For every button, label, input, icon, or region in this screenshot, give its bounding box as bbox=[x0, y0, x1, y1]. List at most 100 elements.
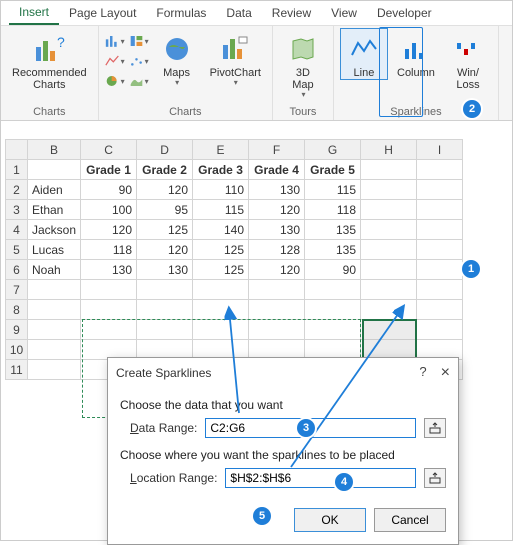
cell[interactable] bbox=[417, 280, 463, 300]
ribbon-tab[interactable]: Data bbox=[216, 2, 261, 24]
cell[interactable] bbox=[361, 280, 417, 300]
cell[interactable] bbox=[81, 300, 137, 320]
ribbon-tab[interactable]: Insert bbox=[9, 1, 59, 25]
cell[interactable] bbox=[361, 160, 417, 180]
cell[interactable] bbox=[361, 200, 417, 220]
cell[interactable] bbox=[417, 320, 463, 340]
cell[interactable]: Lucas bbox=[28, 240, 81, 260]
cell[interactable] bbox=[249, 320, 305, 340]
cell[interactable]: 128 bbox=[249, 240, 305, 260]
cell[interactable] bbox=[81, 320, 137, 340]
cell[interactable] bbox=[417, 240, 463, 260]
cell[interactable] bbox=[28, 160, 81, 180]
location-range-input[interactable] bbox=[225, 468, 416, 488]
line-chart-icon[interactable]: ▾ bbox=[105, 52, 125, 70]
cell[interactable] bbox=[417, 260, 463, 280]
cell[interactable] bbox=[361, 300, 417, 320]
row-header[interactable]: 11 bbox=[6, 360, 28, 380]
cell[interactable] bbox=[305, 300, 361, 320]
cell[interactable]: 130 bbox=[81, 260, 137, 280]
cell[interactable] bbox=[193, 320, 249, 340]
row-header[interactable]: 10 bbox=[6, 340, 28, 360]
surface-chart-icon[interactable]: ▾ bbox=[129, 72, 149, 90]
column-header[interactable]: D bbox=[137, 140, 193, 160]
cell[interactable]: Grade 4 bbox=[249, 160, 305, 180]
row-header[interactable]: 2 bbox=[6, 180, 28, 200]
cell[interactable] bbox=[28, 280, 81, 300]
column-header[interactable]: I bbox=[417, 140, 463, 160]
cell[interactable] bbox=[417, 300, 463, 320]
cell[interactable] bbox=[193, 300, 249, 320]
cell[interactable]: 115 bbox=[193, 200, 249, 220]
cell[interactable] bbox=[417, 160, 463, 180]
cell[interactable]: 130 bbox=[249, 220, 305, 240]
cell[interactable] bbox=[417, 200, 463, 220]
chart-type-gallery[interactable]: ▾ ▾ ▾ bbox=[105, 28, 125, 90]
cell[interactable]: 135 bbox=[305, 240, 361, 260]
cell[interactable]: 115 bbox=[305, 180, 361, 200]
hierarchy-chart-icon[interactable]: ▾ bbox=[129, 32, 149, 50]
row-header[interactable]: 9 bbox=[6, 320, 28, 340]
cell[interactable]: Grade 1 bbox=[81, 160, 137, 180]
cell[interactable]: Grade 3 bbox=[193, 160, 249, 180]
cell[interactable]: Jackson bbox=[28, 220, 81, 240]
cell[interactable] bbox=[417, 220, 463, 240]
cell[interactable]: 110 bbox=[193, 180, 249, 200]
sparkline-line-button[interactable]: Line bbox=[340, 28, 388, 80]
row-header[interactable]: 5 bbox=[6, 240, 28, 260]
column-header[interactable]: B bbox=[28, 140, 81, 160]
row-header[interactable]: 7 bbox=[6, 280, 28, 300]
cell[interactable]: Grade 2 bbox=[137, 160, 193, 180]
column-header[interactable]: E bbox=[193, 140, 249, 160]
sparkline-winloss-button[interactable]: Win/ Loss bbox=[444, 28, 492, 92]
cell[interactable]: 125 bbox=[137, 220, 193, 240]
column-header[interactable]: F bbox=[249, 140, 305, 160]
ribbon-tab[interactable]: Page Layout bbox=[59, 2, 146, 24]
cell[interactable] bbox=[137, 320, 193, 340]
cell[interactable]: 120 bbox=[249, 200, 305, 220]
cancel-button[interactable]: Cancel bbox=[374, 508, 446, 532]
worksheet[interactable]: BCDEFGHI1Grade 1Grade 2Grade 3Grade 4Gra… bbox=[1, 139, 512, 380]
cell[interactable] bbox=[361, 240, 417, 260]
row-header[interactable]: 1 bbox=[6, 160, 28, 180]
cell[interactable] bbox=[249, 280, 305, 300]
cell[interactable]: 120 bbox=[137, 240, 193, 260]
row-header[interactable]: 8 bbox=[6, 300, 28, 320]
cell[interactable]: 135 bbox=[305, 220, 361, 240]
cell[interactable]: 125 bbox=[193, 260, 249, 280]
cell[interactable] bbox=[137, 280, 193, 300]
sparkline-column-button[interactable]: Column bbox=[392, 28, 440, 80]
cell[interactable]: 100 bbox=[81, 200, 137, 220]
cell[interactable]: 140 bbox=[193, 220, 249, 240]
cell[interactable] bbox=[305, 320, 361, 340]
grid[interactable]: BCDEFGHI1Grade 1Grade 2Grade 3Grade 4Gra… bbox=[5, 139, 463, 380]
cell[interactable]: 120 bbox=[249, 260, 305, 280]
ribbon-tab[interactable]: Review bbox=[262, 2, 321, 24]
scatter-chart-icon[interactable]: ▾ bbox=[129, 52, 149, 70]
cell[interactable]: 120 bbox=[137, 180, 193, 200]
cell[interactable]: Noah bbox=[28, 260, 81, 280]
cell[interactable] bbox=[361, 220, 417, 240]
cell[interactable] bbox=[28, 300, 81, 320]
cell[interactable] bbox=[81, 280, 137, 300]
cell[interactable] bbox=[361, 260, 417, 280]
cell[interactable] bbox=[361, 320, 417, 340]
cell[interactable]: 118 bbox=[81, 240, 137, 260]
pie-chart-icon[interactable]: ▾ bbox=[105, 72, 125, 90]
row-header[interactable]: 3 bbox=[6, 200, 28, 220]
dialog-close-button[interactable]: × bbox=[441, 364, 450, 382]
cell[interactable]: 118 bbox=[305, 200, 361, 220]
pivotchart-button[interactable]: PivotChart▾ bbox=[205, 28, 266, 89]
bar-chart-icon[interactable]: ▾ bbox=[105, 32, 125, 50]
cell[interactable] bbox=[305, 280, 361, 300]
cell[interactable]: Grade 5 bbox=[305, 160, 361, 180]
cell[interactable]: 120 bbox=[81, 220, 137, 240]
cell[interactable]: Aiden bbox=[28, 180, 81, 200]
3d-map-button[interactable]: 3D Map▾ bbox=[279, 28, 327, 101]
cell[interactable] bbox=[361, 180, 417, 200]
ok-button[interactable]: OK bbox=[294, 508, 366, 532]
cell[interactable]: 90 bbox=[81, 180, 137, 200]
cell[interactable] bbox=[193, 280, 249, 300]
cell[interactable] bbox=[137, 300, 193, 320]
recommended-charts-button[interactable]: ? Recommended Charts bbox=[7, 28, 92, 92]
